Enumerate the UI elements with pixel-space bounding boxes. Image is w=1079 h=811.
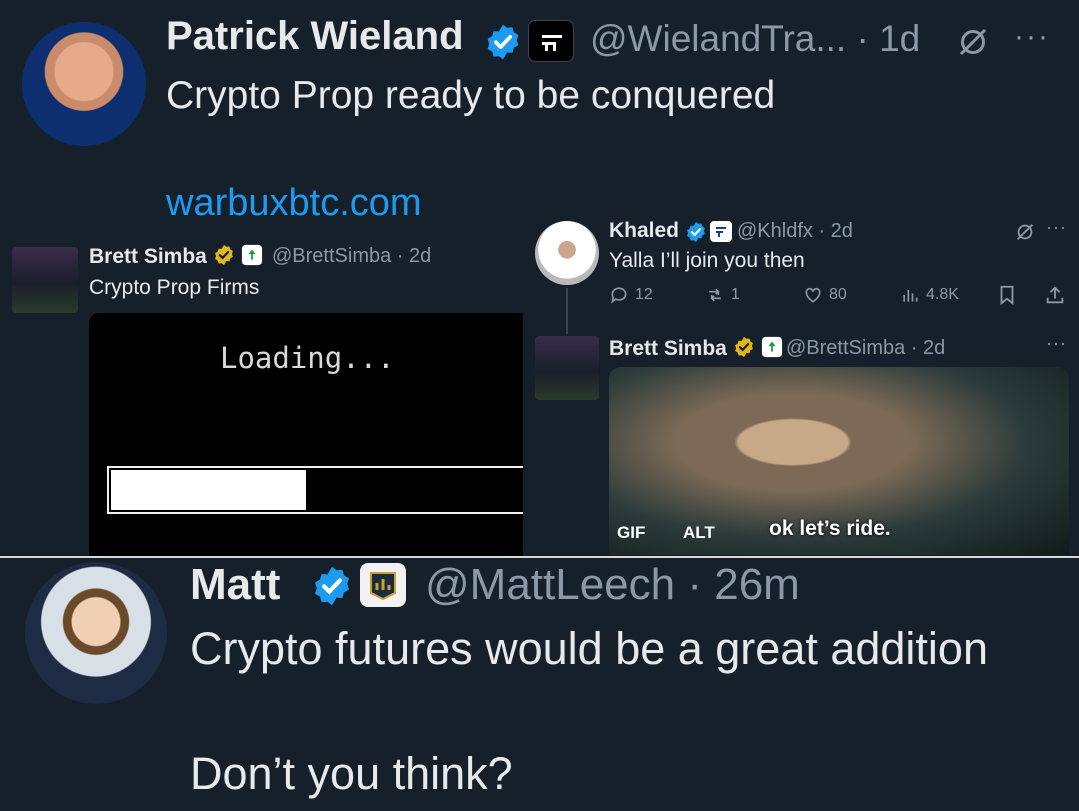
author-name[interactable]: Brett Simba bbox=[89, 244, 263, 269]
tweet-text: Crypto Prop Firms bbox=[89, 276, 260, 299]
author-name[interactable]: Khaled bbox=[609, 219, 679, 243]
author-handle[interactable]: @BrettSimba · 2d bbox=[272, 245, 431, 268]
affiliate-badge-icon bbox=[710, 221, 732, 242]
like-count: 80 bbox=[829, 286, 847, 303]
author-name-text[interactable]: Brett Simba bbox=[89, 245, 207, 268]
author-name[interactable]: Patrick Wieland bbox=[166, 14, 464, 59]
views-count: 4.8K bbox=[926, 286, 959, 303]
affiliate-badge-icon bbox=[241, 244, 262, 266]
more-icon[interactable]: ··· bbox=[1046, 217, 1067, 238]
repost-count: 1 bbox=[731, 286, 740, 303]
avatar-khaled[interactable] bbox=[535, 221, 599, 285]
mute-icon[interactable] bbox=[1014, 221, 1036, 243]
gif-badge: GIF bbox=[617, 523, 646, 542]
avatar-patrick[interactable] bbox=[22, 22, 146, 146]
author-name[interactable]: Matt bbox=[190, 560, 280, 610]
verified-badge-icon bbox=[315, 566, 349, 606]
affiliate-badge-icon[interactable] bbox=[528, 20, 574, 62]
avatar-matt[interactable] bbox=[25, 562, 167, 704]
more-icon[interactable]: ··· bbox=[1046, 333, 1067, 354]
mute-icon[interactable] bbox=[955, 24, 991, 60]
tweet-text: Crypto Prop ready to be conquered bbox=[166, 74, 776, 117]
thread-line bbox=[566, 288, 568, 334]
loading-text: Loading... bbox=[220, 341, 395, 375]
author-handle[interactable]: @Khldfx · 2d bbox=[737, 220, 853, 243]
divider bbox=[0, 556, 1079, 558]
alt-badge[interactable]: ALT bbox=[683, 523, 715, 543]
reply-count: 12 bbox=[635, 286, 653, 303]
reply-button[interactable]: 12 bbox=[609, 284, 653, 306]
tweet-text: Yalla I’ll join you then bbox=[609, 249, 805, 272]
views-icon bbox=[903, 290, 918, 302]
loading-video[interactable]: Loading... bbox=[89, 313, 523, 556]
more-icon[interactable]: ··· bbox=[1014, 20, 1050, 54]
author-handle[interactable]: @MattLeech · 26m bbox=[425, 560, 800, 610]
reply-icon bbox=[611, 287, 627, 304]
bookmark-icon[interactable] bbox=[996, 284, 1018, 306]
heart-icon bbox=[805, 287, 821, 303]
verified-gold-icon bbox=[214, 244, 233, 266]
loading-progress-fill bbox=[111, 470, 306, 510]
affiliate-badge-icon[interactable] bbox=[360, 563, 406, 607]
author-handle[interactable]: @WielandTra... · 1d bbox=[590, 18, 920, 60]
author-name[interactable]: Brett Simba bbox=[609, 336, 783, 361]
share-icon[interactable] bbox=[1044, 284, 1066, 306]
loading-progress-bar bbox=[107, 466, 523, 514]
verified-gold-icon bbox=[734, 336, 753, 358]
gif-media[interactable]: GIF ALT ok let’s ride. bbox=[609, 367, 1069, 555]
verified-badge-icon bbox=[487, 24, 519, 60]
repost-icon bbox=[709, 288, 721, 302]
tweet-text: Crypto futures would be a great addition bbox=[190, 623, 988, 674]
gif-caption: ok let’s ride. bbox=[769, 517, 891, 540]
author-name-text[interactable]: Brett Simba bbox=[609, 337, 727, 360]
affiliate-badge-icon bbox=[761, 336, 782, 358]
repost-button[interactable]: 1 bbox=[705, 284, 740, 306]
like-button[interactable]: 80 bbox=[803, 284, 847, 306]
avatar-brett[interactable] bbox=[12, 247, 78, 313]
tweet-link[interactable]: warbuxbtc.com bbox=[166, 182, 422, 225]
author-handle[interactable]: @BrettSimba · 2d bbox=[786, 337, 945, 360]
tweet-text: Don’t you think? bbox=[190, 748, 513, 799]
views-button[interactable]: 4.8K bbox=[900, 284, 959, 306]
avatar-brett[interactable] bbox=[535, 336, 599, 400]
verified-badge-icon bbox=[687, 221, 705, 243]
